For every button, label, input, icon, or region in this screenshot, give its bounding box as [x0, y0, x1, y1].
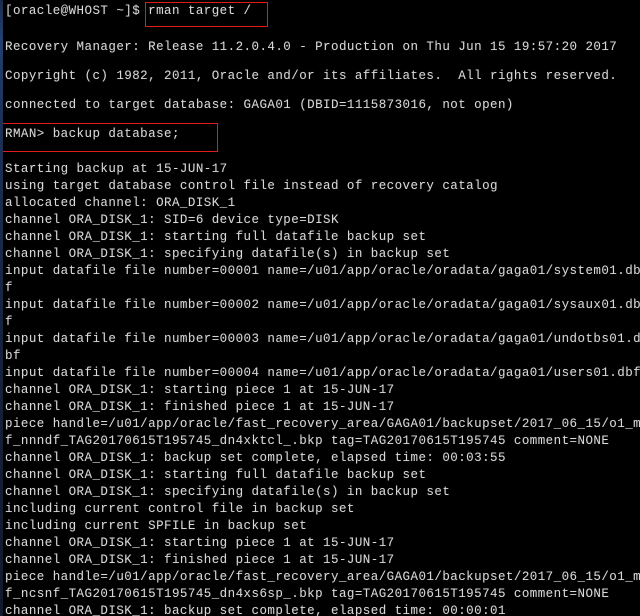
input-datafile-2-wrap: f: [5, 315, 13, 329]
banner-copyright: Copyright (c) 1982, 2011, Oracle and/or …: [5, 69, 618, 83]
shell-prompt-line: [oracle@WHOST ~]$ rman target /: [5, 4, 252, 18]
channel-start-piece-2: channel ORA_DISK_1: starting piece 1 at …: [5, 536, 395, 550]
piece-handle-2-wrap: f_ncsnf_TAG20170615T195745_dn4xs6sp_.bkp…: [5, 587, 610, 601]
allocated-channel: allocated channel: ORA_DISK_1: [5, 196, 236, 210]
backup-set-complete-1: channel ORA_DISK_1: backup set complete,…: [5, 451, 506, 465]
input-datafile-4: input datafile file number=00004 name=/u…: [5, 366, 640, 380]
channel-start-piece-1: channel ORA_DISK_1: starting piece 1 at …: [5, 383, 395, 397]
backup-set-complete-2: channel ORA_DISK_1: backup set complete,…: [5, 604, 506, 616]
channel-finish-piece-2: channel ORA_DISK_1: finished piece 1 at …: [5, 553, 395, 567]
banner-release: Recovery Manager: Release 11.2.0.4.0 - P…: [5, 40, 618, 54]
channel-start-full-2: channel ORA_DISK_1: starting full datafi…: [5, 468, 427, 482]
input-datafile-3-wrap: bf: [5, 349, 21, 363]
rman-command-line: RMAN> backup database;: [5, 127, 180, 141]
input-datafile-2: input datafile file number=00002 name=/u…: [5, 298, 640, 312]
channel-finish-piece-1: channel ORA_DISK_1: finished piece 1 at …: [5, 400, 395, 414]
starting-backup: Starting backup at 15-JUN-17: [5, 162, 228, 176]
terminal-window[interactable]: [oracle@WHOST ~]$ rman target / Recovery …: [0, 0, 640, 616]
connected-line: connected to target database: GAGA01 (DB…: [5, 98, 514, 112]
input-datafile-1: input datafile file number=00001 name=/u…: [5, 264, 640, 278]
using-control-file: using target database control file inste…: [5, 179, 498, 193]
piece-handle-2: piece handle=/u01/app/oracle/fast_recove…: [5, 570, 640, 584]
piece-handle-1: piece handle=/u01/app/oracle/fast_recove…: [5, 417, 640, 431]
input-datafile-1-wrap: f: [5, 281, 13, 295]
window-edge-strip: [0, 0, 3, 616]
including-spfile: including current SPFILE in backup set: [5, 519, 308, 533]
channel-sid: channel ORA_DISK_1: SID=6 device type=DI…: [5, 213, 339, 227]
channel-start-full-1: channel ORA_DISK_1: starting full datafi…: [5, 230, 427, 244]
channel-specifying-1: channel ORA_DISK_1: specifying datafile(…: [5, 247, 451, 261]
channel-specifying-2: channel ORA_DISK_1: specifying datafile(…: [5, 485, 451, 499]
including-control-file: including current control file in backup…: [5, 502, 355, 516]
piece-handle-1-wrap: f_nnndf_TAG20170615T195745_dn4xktcl_.bkp…: [5, 434, 610, 448]
input-datafile-3: input datafile file number=00003 name=/u…: [5, 332, 640, 346]
terminal-output-area[interactable]: [oracle@WHOST ~]$ rman target / Recovery …: [0, 0, 640, 616]
